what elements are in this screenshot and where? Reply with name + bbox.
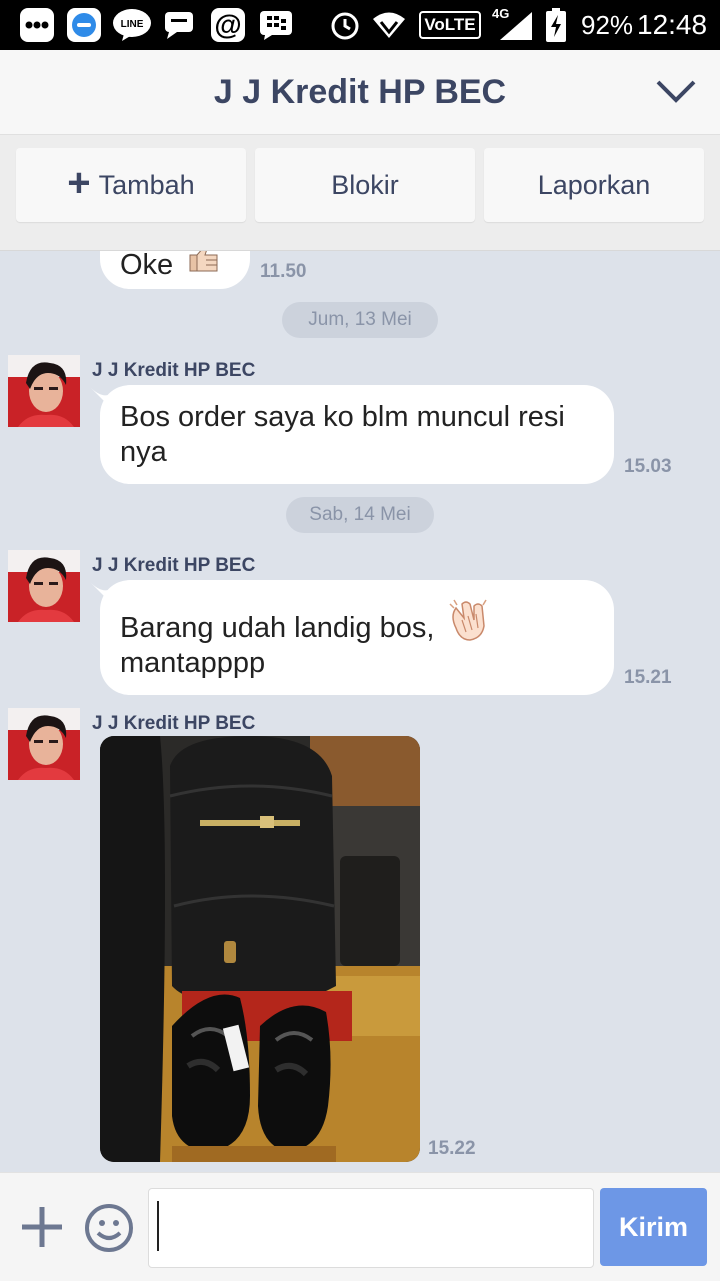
message-time: 15.22: [428, 1138, 476, 1159]
wifi-icon: [370, 8, 408, 42]
clock: 12:48: [637, 9, 708, 40]
chat-header: J J Kredit HP BEC: [0, 50, 720, 135]
plus-icon: +: [67, 161, 91, 205]
block-label: Blokir: [331, 169, 399, 200]
action-bar: + Tambah Blokir Laporkan: [0, 135, 720, 251]
sender-name: J J Kredit HP BEC: [92, 360, 256, 381]
status-bar: LINE @ VoLTE 4G 92% 12:48: [0, 0, 720, 50]
add-friend-label: Tambah: [98, 169, 195, 200]
message-text: Oke: [120, 251, 174, 281]
message-text-line: Barang udah landig bos,: [120, 612, 435, 644]
line-icon: LINE: [112, 8, 152, 42]
message-bubble[interactable]: Barang udah landig bos, mantapppp: [100, 580, 614, 695]
message-time: 11.50: [260, 261, 307, 282]
battery-percent: 92%: [581, 10, 634, 40]
date-separator: Jum, 13 Mei: [282, 302, 438, 338]
emoji-icon[interactable]: [84, 1203, 134, 1253]
report-label: Laporkan: [537, 169, 651, 200]
message-text: Bos order saya ko blm muncul resi nya: [120, 401, 565, 468]
battery-icon: [544, 8, 568, 42]
network-label: 4G: [492, 6, 510, 21]
chat-area[interactable]: Oke 11.50 Jum, 13 Mei J J Kredit HP BEC …: [0, 251, 720, 1172]
message-input[interactable]: [148, 1188, 594, 1268]
date-separator: Sab, 14 Mei: [286, 497, 434, 533]
volte-label: VoLTE: [419, 11, 481, 39]
chevron-down-icon[interactable]: [652, 74, 700, 110]
message-icon: [162, 8, 196, 42]
text-caret: [157, 1201, 159, 1251]
report-button[interactable]: Laporkan: [484, 148, 704, 222]
avatar[interactable]: [8, 708, 80, 780]
chat-dots-icon: [20, 8, 54, 42]
message-time: 15.21: [624, 667, 672, 688]
plus-icon[interactable]: [20, 1205, 64, 1249]
signal-icon: 4G: [490, 6, 536, 42]
at-icon: @: [211, 8, 245, 42]
browser-icon: [67, 8, 101, 42]
line-label: LINE: [120, 19, 144, 30]
input-bar: Kirim: [0, 1172, 720, 1281]
message-time: 15.03: [624, 456, 672, 477]
message-bubble[interactable]: Oke: [100, 251, 250, 289]
volte-icon: VoLTE: [419, 8, 481, 42]
block-button[interactable]: Blokir: [255, 148, 475, 222]
thumbs-up-icon: [188, 251, 220, 282]
sender-name: J J Kredit HP BEC: [92, 713, 256, 734]
bbm-icon: [258, 8, 294, 42]
message-bubble[interactable]: Bos order saya ko blm muncul resi nya: [100, 385, 614, 484]
alarm-icon: [328, 8, 362, 42]
send-button[interactable]: Kirim: [600, 1188, 707, 1266]
clapping-hands-icon: [448, 598, 490, 651]
sender-name: J J Kredit HP BEC: [92, 555, 256, 576]
chat-title: J J Kredit HP BEC: [213, 73, 507, 111]
photo-message[interactable]: [100, 736, 420, 1162]
avatar[interactable]: [8, 355, 80, 427]
add-friend-button[interactable]: + Tambah: [16, 148, 246, 222]
avatar[interactable]: [8, 550, 80, 622]
message-text-line: mantapppp: [120, 647, 266, 679]
